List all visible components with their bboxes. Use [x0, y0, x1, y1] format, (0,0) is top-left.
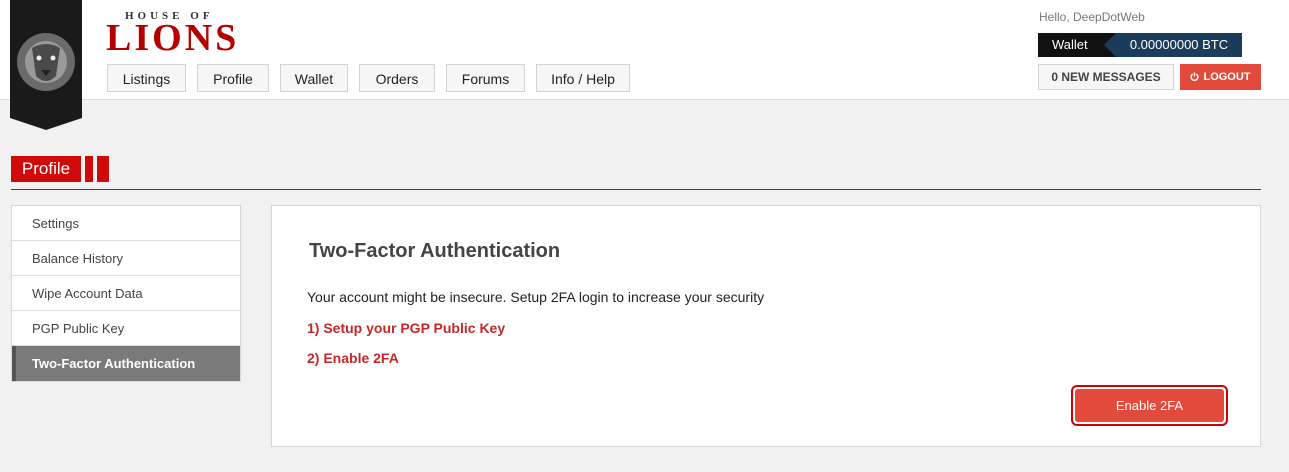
- sidebar-item-wipe-account-data[interactable]: Wipe Account Data: [12, 276, 240, 311]
- nav-forums[interactable]: Forums: [446, 64, 525, 92]
- new-messages-button[interactable]: 0 NEW MESSAGES: [1038, 64, 1174, 90]
- sidebar-item-two-factor-authentication[interactable]: Two-Factor Authentication: [12, 346, 240, 381]
- power-icon: [1190, 72, 1200, 81]
- security-warning-text: Your account might be insecure. Setup 2F…: [307, 289, 765, 305]
- enable-2fa-label: Enable 2FA: [1075, 389, 1224, 422]
- nav-wallet[interactable]: Wallet: [280, 64, 348, 92]
- nav-info-help[interactable]: Info / Help: [536, 64, 630, 92]
- step-enable-2fa-link[interactable]: 2) Enable 2FA: [307, 350, 399, 366]
- user-greeting: Hello, DeepDotWeb: [1039, 10, 1145, 24]
- top-header: HOUSE OF LIONS Listings Profile Wallet O…: [0, 0, 1289, 130]
- two-factor-panel: Two-Factor Authentication Your account m…: [271, 205, 1261, 447]
- sidebar-item-balance-history[interactable]: Balance History: [12, 241, 240, 276]
- sidebar-item-settings[interactable]: Settings: [12, 206, 240, 241]
- enable-2fa-button[interactable]: Enable 2FA: [1071, 385, 1228, 426]
- profile-sidebar: Settings Balance History Wipe Account Da…: [11, 205, 241, 382]
- title-divider: [11, 189, 1261, 190]
- brand-logo-text[interactable]: LIONS: [106, 18, 239, 58]
- page-title: Profile: [11, 156, 81, 182]
- step-setup-pgp-link[interactable]: 1) Setup your PGP Public Key: [307, 320, 505, 336]
- wallet-balance[interactable]: 0.00000000 BTC: [1116, 33, 1242, 57]
- sidebar-item-pgp-public-key[interactable]: PGP Public Key: [12, 311, 240, 346]
- nav-listings[interactable]: Listings: [107, 64, 186, 92]
- logout-button[interactable]: LOGOUT: [1180, 64, 1261, 90]
- wallet-arrow-icon: [1104, 33, 1116, 57]
- lion-logo-icon[interactable]: [10, 0, 82, 130]
- panel-title: Two-Factor Authentication: [309, 240, 561, 262]
- title-decor-bar: [97, 156, 109, 182]
- title-decor-bar: [85, 156, 93, 182]
- logout-label: LOGOUT: [1203, 71, 1251, 83]
- nav-orders[interactable]: Orders: [359, 64, 435, 92]
- nav-profile[interactable]: Profile: [197, 64, 269, 92]
